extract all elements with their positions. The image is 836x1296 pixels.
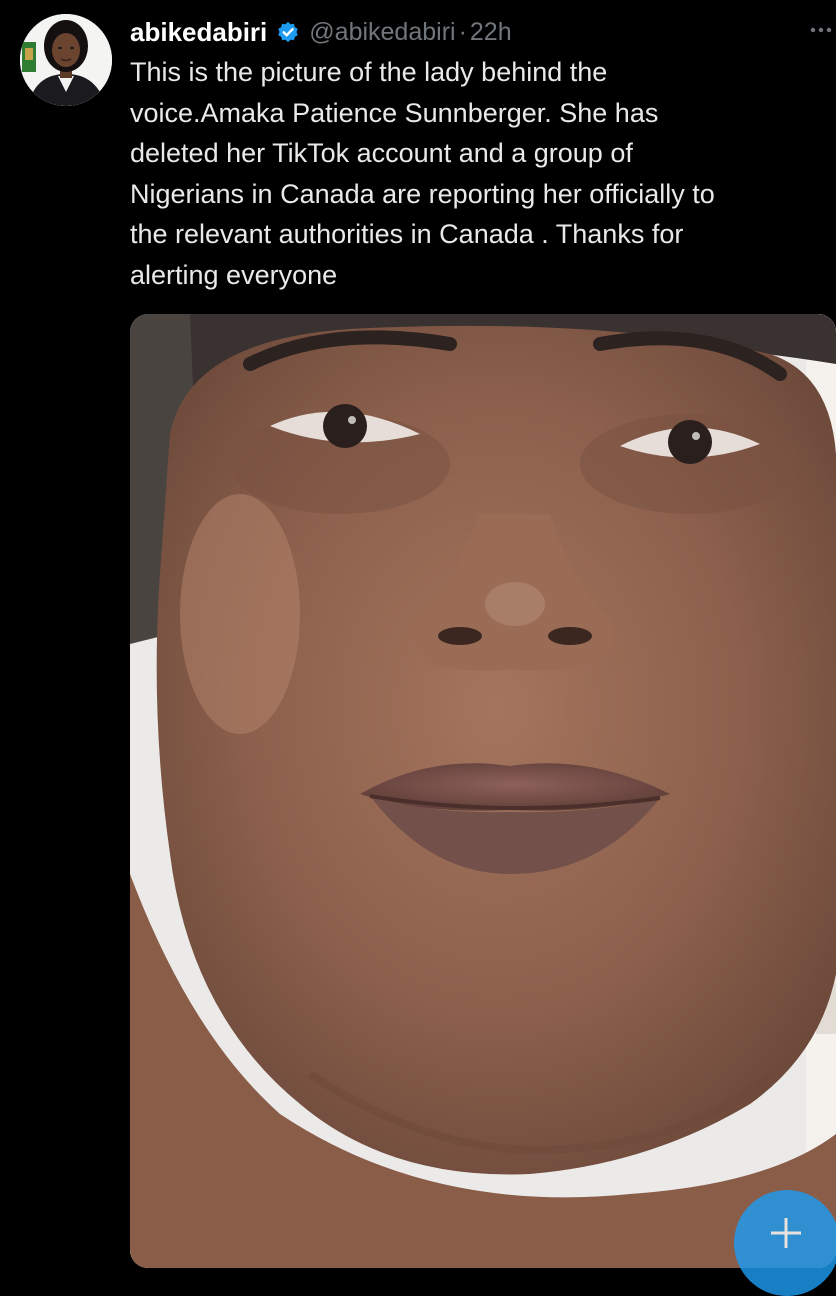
plus-icon — [758, 1208, 814, 1268]
compose-button[interactable] — [734, 1190, 836, 1296]
tweet-text: This is the picture of the lady behind t… — [130, 57, 715, 290]
verified-badge-icon — [275, 19, 301, 45]
user-handle[interactable]: @abikedabiri — [309, 18, 455, 47]
tweet-timestamp[interactable]: 22h — [470, 18, 512, 47]
tweet-header: abikedabiri @abikedabiri · 22h — [130, 12, 836, 52]
display-name[interactable]: abikedabiri — [130, 17, 267, 48]
tweet-photo[interactable] — [130, 314, 836, 1268]
avatar[interactable] — [20, 14, 112, 106]
separator-dot: · — [458, 17, 467, 46]
more-options-icon[interactable] — [810, 14, 832, 40]
